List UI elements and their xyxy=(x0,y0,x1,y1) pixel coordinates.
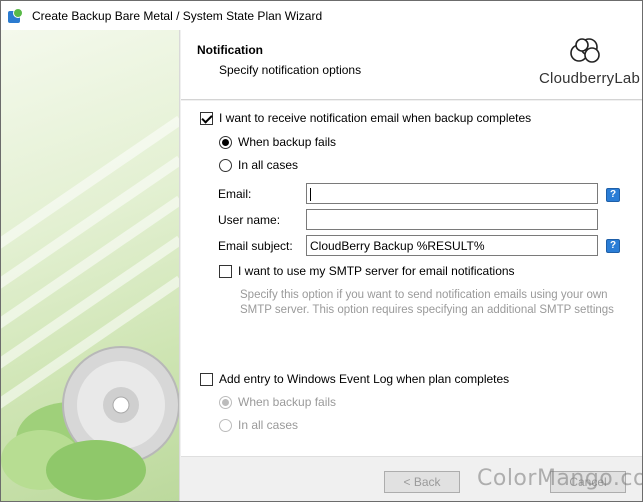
event-radio-when-fails-button xyxy=(219,395,232,409)
smtp-label: I want to use my SMTP server for email n… xyxy=(238,264,515,278)
radio-when-fails-button[interactable] xyxy=(219,135,232,149)
email-notification-checkbox[interactable] xyxy=(200,111,213,125)
email-field[interactable] xyxy=(306,183,598,204)
radio-all-cases-button[interactable] xyxy=(219,158,232,172)
event-radio-all-cases-label: In all cases xyxy=(238,418,299,432)
wizard-sidebar-art xyxy=(1,30,180,501)
subject-label: Email subject: xyxy=(218,239,293,253)
back-button[interactable]: < Back xyxy=(384,471,460,493)
radio-when-fails-label: When backup fails xyxy=(238,135,337,149)
radio-all-cases[interactable]: In all cases xyxy=(219,158,298,172)
watermark-text: ColorMango.com xyxy=(477,466,642,491)
event-radio-when-fails-label: When backup fails xyxy=(238,395,337,409)
event-radio-all-cases: In all cases xyxy=(219,418,298,432)
wizard-content: I want to receive notification email whe… xyxy=(181,101,642,456)
smtp-option[interactable]: I want to use my SMTP server for email n… xyxy=(219,264,515,278)
radio-when-fails[interactable]: When backup fails xyxy=(219,135,336,149)
cloudberry-logo-icon xyxy=(570,38,600,63)
subject-field[interactable]: CloudBerry Backup %RESULT% xyxy=(306,235,598,256)
wizard-header: Notification Specify notification option… xyxy=(181,30,642,100)
disc-graphic xyxy=(1,115,179,500)
radio-all-cases-label: In all cases xyxy=(238,158,299,172)
email-notification-label: I want to receive notification email whe… xyxy=(219,111,532,125)
title-bar[interactable]: Create Backup Bare Metal / System State … xyxy=(1,1,642,30)
event-log-option[interactable]: Add entry to Windows Event Log when plan… xyxy=(200,372,509,386)
event-radio-all-cases-button xyxy=(219,418,232,432)
email-label: Email: xyxy=(218,187,252,201)
wizard-footer: < Back Cancel ColorMango.com xyxy=(181,456,642,501)
app-icon xyxy=(8,7,24,24)
username-field[interactable] xyxy=(306,209,598,230)
email-help-icon[interactable]: ? xyxy=(606,188,620,202)
wizard-window: Create Backup Bare Metal / System State … xyxy=(0,0,643,502)
subject-help-icon[interactable]: ? xyxy=(606,239,620,253)
window-title: Create Backup Bare Metal / System State … xyxy=(32,8,323,23)
event-log-checkbox[interactable] xyxy=(200,372,213,386)
event-log-label: Add entry to Windows Event Log when plan… xyxy=(219,372,510,386)
page-title: Notification xyxy=(197,43,263,57)
text-caret xyxy=(310,188,311,202)
username-label: User name: xyxy=(218,213,281,227)
email-notification-option[interactable]: I want to receive notification email whe… xyxy=(200,111,531,125)
logo-text: CloudberryLab xyxy=(539,70,640,87)
page-subtitle: Specify notification options xyxy=(219,63,362,77)
smtp-checkbox[interactable] xyxy=(219,264,232,278)
smtp-description: Specify this option if you want to send … xyxy=(240,289,614,316)
event-radio-when-fails: When backup fails xyxy=(219,395,336,409)
